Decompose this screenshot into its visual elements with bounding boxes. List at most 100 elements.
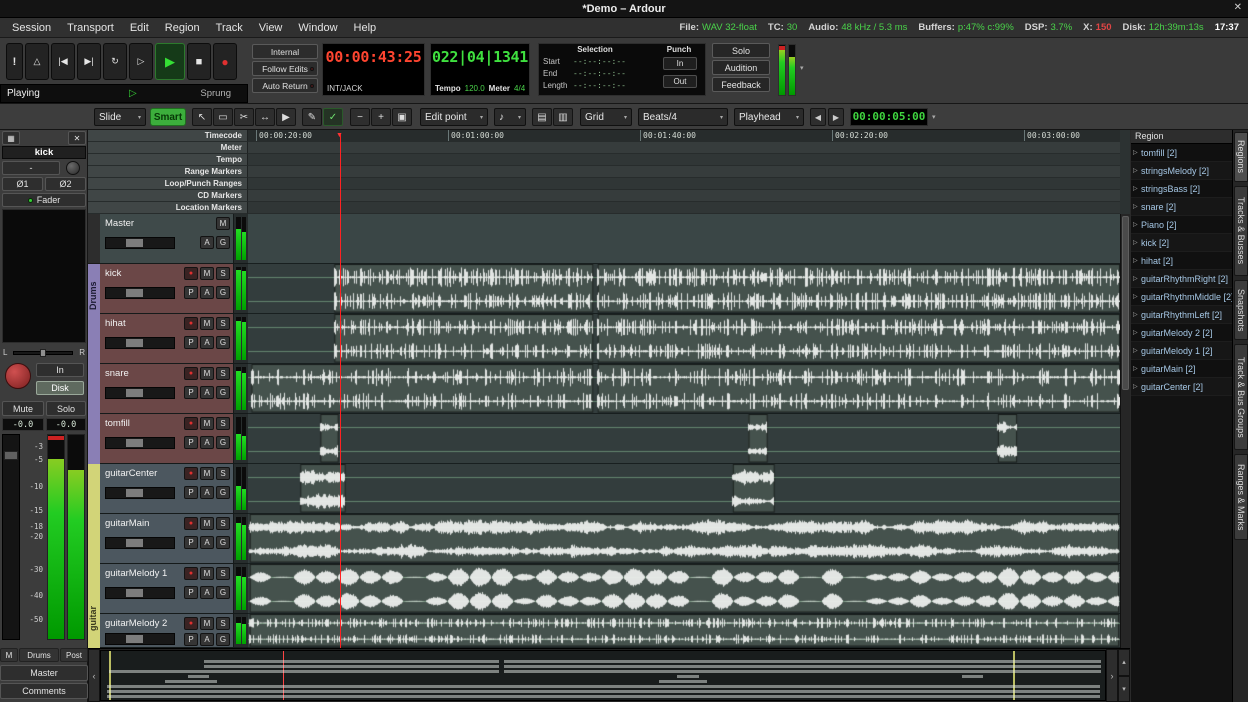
track-fader[interactable]	[105, 437, 175, 449]
track-content[interactable]	[248, 264, 1120, 314]
edit-group-label[interactable]: guitar	[88, 590, 100, 646]
feedback-button[interactable]: Feedback	[712, 77, 770, 92]
track-fader-handle[interactable]	[126, 239, 142, 247]
record-arm-button[interactable]: ●	[184, 617, 198, 630]
group-button[interactable]: G	[216, 236, 230, 249]
scrollbar-thumb[interactable]	[1122, 216, 1129, 390]
track-header[interactable]: MasterMAG	[100, 214, 234, 264]
track-fader[interactable]	[105, 387, 175, 399]
secondary-clock[interactable]: 022|04|1341 Tempo 120.0 Meter 4/4	[430, 43, 530, 96]
note-value-select[interactable]: ♪ ▾	[494, 108, 526, 126]
meter-options-caret-icon[interactable]: ▾	[800, 64, 804, 72]
track-header[interactable]: snare●MSPAG	[100, 364, 234, 414]
menu-item-session[interactable]: Session	[4, 22, 59, 34]
disclosure-triangle-icon[interactable]: ▷	[1131, 239, 1141, 246]
side-tab-ranges-marks[interactable]: Ranges & Marks	[1234, 454, 1248, 540]
record-arm-button[interactable]: ●	[184, 317, 198, 330]
record-arm-button[interactable]: ●	[184, 467, 198, 480]
track-content[interactable]	[248, 414, 1120, 464]
menu-item-help[interactable]: Help	[346, 22, 385, 34]
nudge-clock-caret-icon[interactable]: ▾	[932, 113, 936, 121]
playlist-button[interactable]: P	[184, 586, 198, 599]
goto-start-button[interactable]: |◀	[51, 43, 75, 80]
gain-fader-handle[interactable]	[4, 451, 18, 460]
menu-item-edit[interactable]: Edit	[122, 22, 157, 34]
grid-unit-select[interactable]: Beats/4 ▾	[638, 108, 728, 126]
disclosure-triangle-icon[interactable]: ▷	[1131, 167, 1141, 174]
strip-tab-drums[interactable]: Drums	[19, 648, 59, 662]
selection-end-value[interactable]: --:--:--:--	[573, 69, 626, 80]
region-list-item[interactable]: ▷guitarMelody 2 [2]	[1131, 324, 1232, 342]
strip-close-button[interactable]: ✕	[68, 131, 86, 145]
solo-button[interactable]: S	[216, 267, 230, 280]
record-arm-button[interactable]: ●	[184, 367, 198, 380]
track-waveform-canvas[interactable]	[248, 514, 1120, 563]
region-list-item[interactable]: ▷guitarRhythmMiddle [2]	[1131, 288, 1232, 306]
strip-tab-post[interactable]: Post	[60, 648, 88, 662]
vertical-scrollbar[interactable]	[1120, 214, 1130, 648]
record-arm-button[interactable]: ●	[184, 417, 198, 430]
mute-button[interactable]: Mute	[2, 401, 44, 416]
playlist-button[interactable]: P	[184, 633, 198, 646]
disclosure-triangle-icon[interactable]: ▷	[1131, 149, 1141, 156]
metronome-button[interactable]: △	[25, 43, 49, 80]
region-list-item[interactable]: ▷hihat [2]	[1131, 252, 1232, 270]
mute-button[interactable]: M	[200, 467, 214, 480]
track-header[interactable]: guitarMain●MSPAG	[100, 514, 234, 564]
track-waveform-canvas[interactable]	[248, 414, 1120, 463]
stop-button[interactable]: ■	[187, 43, 211, 80]
nudge-forward-button[interactable]: ▶	[828, 108, 844, 126]
region-list-item[interactable]: ▷guitarMelody 1 [2]	[1131, 342, 1232, 360]
playlist-button[interactable]: P	[184, 486, 198, 499]
monitor-disk-button[interactable]: Disk	[36, 381, 84, 395]
disclosure-triangle-icon[interactable]: ▷	[1131, 347, 1141, 354]
track-fader-handle[interactable]	[126, 539, 142, 547]
draw-mode-button[interactable]: ✎	[302, 108, 322, 126]
internal-button[interactable]: Internal	[252, 44, 318, 59]
summary-scroll-down-button[interactable]: ▾	[1118, 676, 1130, 702]
track-group-strip[interactable]	[88, 414, 100, 464]
track-group-strip[interactable]	[88, 464, 100, 514]
solo-button[interactable]: S	[216, 367, 230, 380]
track-header[interactable]: guitarMelody 2●MSPAG	[100, 614, 234, 648]
goto-end-button[interactable]: ▶|	[77, 43, 101, 80]
group-button[interactable]: G	[216, 286, 230, 299]
track-fader[interactable]	[105, 287, 175, 299]
solo-button[interactable]: S	[216, 417, 230, 430]
pan-slider[interactable]	[13, 351, 73, 355]
zoom-in-button[interactable]: +	[371, 108, 391, 126]
audition-button[interactable]: Audition	[712, 60, 770, 75]
cut-mode-button[interactable]: ✂	[234, 108, 254, 126]
strip-track-name[interactable]: kick	[2, 146, 86, 159]
track-header[interactable]: tomfill●MSPAG	[100, 414, 234, 464]
track-fader-handle[interactable]	[126, 289, 142, 297]
automation-button[interactable]: A	[200, 336, 214, 349]
region-list-item[interactable]: ▷snare [2]	[1131, 198, 1232, 216]
monitor-input-button[interactable]: In	[36, 363, 84, 377]
track-fader-handle[interactable]	[126, 439, 142, 447]
play-range-button[interactable]: ▷	[129, 43, 153, 80]
track-fader-handle[interactable]	[126, 389, 142, 397]
grid-mode-select[interactable]: Grid ▾	[580, 108, 632, 126]
track-name[interactable]: Master	[105, 218, 134, 229]
track-fader-handle[interactable]	[126, 489, 142, 497]
playlist-button[interactable]: P	[184, 386, 198, 399]
track-waveform-canvas[interactable]	[248, 614, 1120, 647]
edit-mode-select[interactable]: Slide ▾	[94, 108, 146, 126]
track-content[interactable]	[248, 464, 1120, 514]
track-fader-handle[interactable]	[126, 339, 142, 347]
track-name[interactable]: guitarCenter	[105, 468, 157, 479]
track-name[interactable]: guitarMain	[105, 518, 149, 529]
punch-in-button[interactable]: In	[663, 57, 697, 70]
ruler-location-markers[interactable]	[248, 202, 1120, 214]
sync-source-label[interactable]: INT/JACK	[327, 84, 363, 93]
zoom-fit-button[interactable]: ▣	[392, 108, 412, 126]
track-waveform-canvas[interactable]	[248, 564, 1120, 613]
nudge-backward-button[interactable]: ◀	[810, 108, 826, 126]
track-fader[interactable]	[105, 633, 175, 645]
ruler-loop-punch-ranges[interactable]	[248, 178, 1120, 190]
solo-button[interactable]: Solo	[46, 401, 86, 416]
record-button[interactable]: ●	[213, 43, 237, 80]
region-list-item[interactable]: ▷guitarMain [2]	[1131, 360, 1232, 378]
playlist-button[interactable]: P	[184, 436, 198, 449]
